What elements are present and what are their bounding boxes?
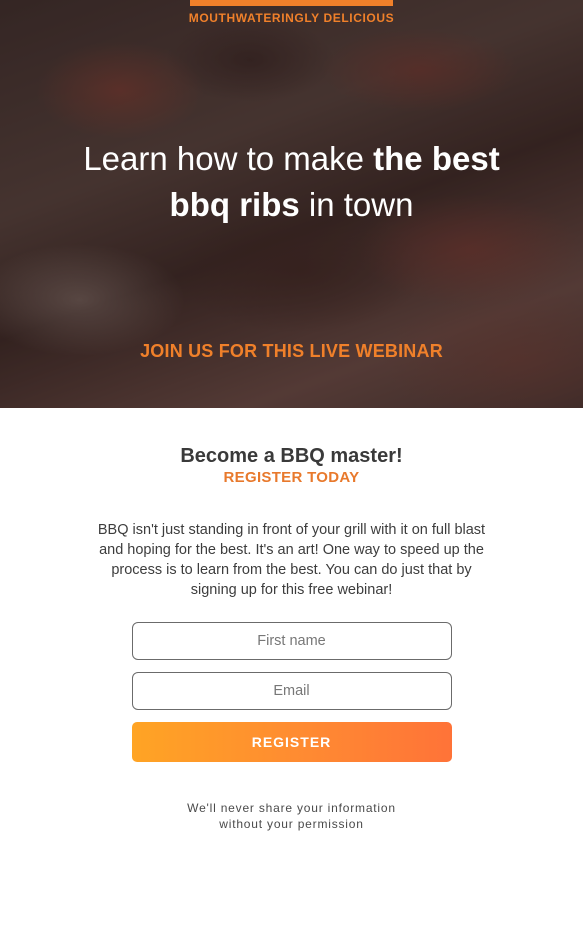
hero-tagline: MOUTHWATERINGLY DELICIOUS (188, 11, 395, 25)
registration-section: Become a BBQ master! REGISTER TODAY BBQ … (0, 408, 583, 832)
registration-form: REGISTER (131, 622, 452, 762)
privacy-notice: We'll never share your information witho… (0, 800, 583, 832)
hero-content: MOUTHWATERINGLY DELICIOUS Learn how to m… (0, 0, 583, 408)
section-subtitle: REGISTER TODAY (223, 469, 360, 486)
headline-part2: in town (299, 186, 414, 223)
privacy-line-2: without your permission (219, 817, 364, 831)
headline-bold2: bbq ribs (169, 186, 300, 223)
section-title: Become a BBQ master! (180, 445, 403, 467)
logo-bar (190, 0, 393, 6)
first-name-input[interactable] (131, 622, 452, 660)
section-description: BBQ isn't just standing in front of your… (97, 522, 486, 598)
register-button[interactable]: REGISTER (131, 722, 452, 762)
webinar-cta: JOIN US FOR THIS LIVE WEBINAR (140, 341, 443, 361)
privacy-line-1: We'll never share your information (187, 801, 396, 815)
headline-part1: Learn how to make (83, 140, 374, 177)
hero-banner: MOUTHWATERINGLY DELICIOUS Learn how to m… (0, 0, 583, 408)
hero-headline: Learn how to make the best bbq ribs in t… (0, 136, 583, 228)
email-input[interactable] (131, 672, 452, 710)
headline-bold1: the best (373, 140, 500, 177)
